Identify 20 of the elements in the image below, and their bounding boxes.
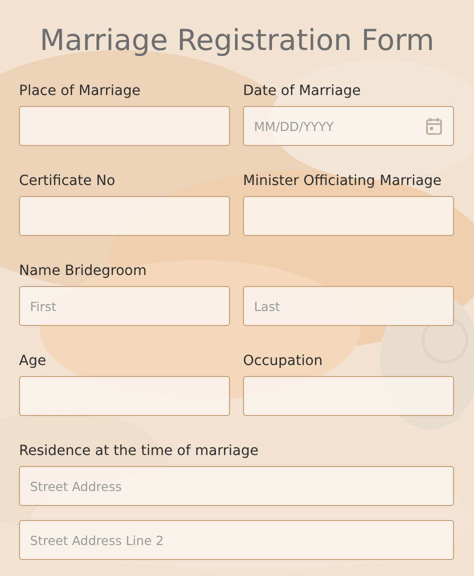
input-field[interactable] [19,106,230,146]
input-field[interactable]: Street Address [19,466,454,506]
input-field[interactable]: Street Address Line 2 [19,520,454,560]
input-field[interactable] [243,196,454,236]
field-label: Certificate No [19,172,116,190]
input-field[interactable] [19,196,230,236]
input-field[interactable]: First [19,286,230,326]
form-title: Marriage Registration Form [38,22,436,59]
field-label: Occupation [243,352,324,370]
calendar-icon[interactable] [426,117,442,135]
field-label: Date of Marriage [243,82,362,100]
field-label: Residence at the time of marriage [19,442,260,460]
field-label: Age [19,352,48,370]
input-field[interactable] [19,376,230,416]
input-field[interactable]: MM/DD/YYYY [243,106,454,146]
field-label: Place of Marriage [19,82,142,100]
input-field[interactable]: Last [243,286,454,326]
field-label: Minister Officiating Marriage [243,172,443,190]
input-field[interactable] [243,376,454,416]
field-label: Name Bridegroom [19,262,148,280]
